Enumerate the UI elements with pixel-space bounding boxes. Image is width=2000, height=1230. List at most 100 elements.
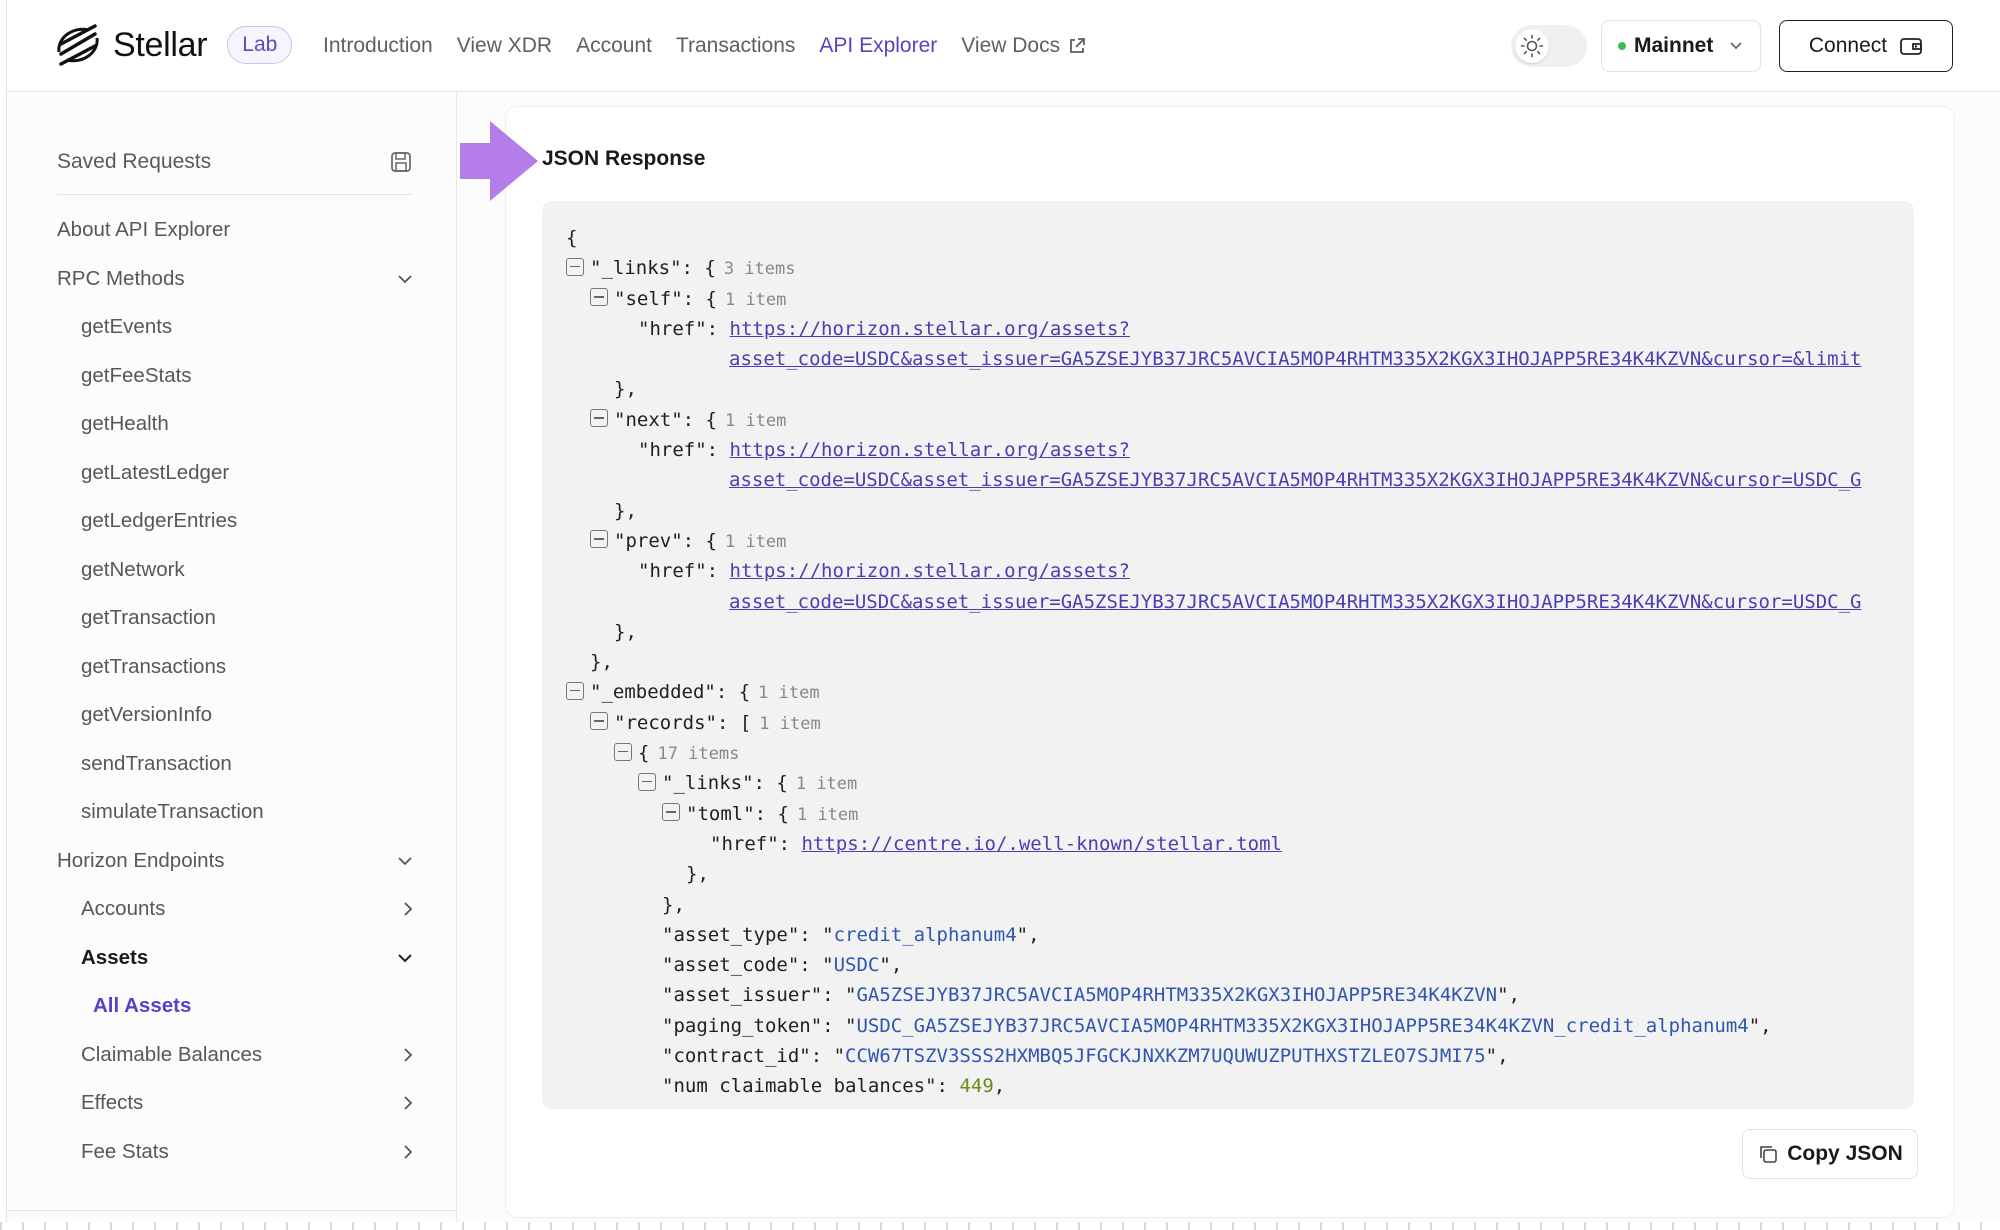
json-line: }, (614, 378, 637, 401)
json-viewer[interactable]: { "_links": {3 items "self": {1 item "hr… (542, 201, 1914, 1109)
sidebar-item-simulatetransaction[interactable]: simulateTransaction (7, 788, 456, 837)
json-response-title: JSON Response (542, 147, 706, 170)
json-key: "toml" (686, 802, 755, 825)
json-key: "prev" (614, 529, 683, 552)
json-response-panel: JSON Response { "_links": {3 items "self… (460, 106, 1955, 1218)
json-string-value: GA5ZSEJYB37JRC5AVCIA5MOP4RHTM335X2KGX3IH… (856, 984, 1498, 1007)
sidebar-item-label: getFeeStats (81, 363, 192, 387)
collapse-toggle-icon[interactable] (590, 288, 608, 307)
collapse-toggle-icon[interactable] (638, 772, 656, 791)
collapse-toggle-icon[interactable] (590, 712, 608, 731)
sidebar-item-label: All Assets (93, 994, 192, 1018)
sidebar-footer-divider (7, 1210, 456, 1222)
external-link-icon (1070, 38, 1086, 53)
brand-logo[interactable]: Stellar Lab (55, 24, 293, 66)
sidebar-nav-list: About API Explorer RPC Methods getEvents… (7, 206, 456, 1177)
nav-view-docs[interactable]: View Docs (961, 32, 1086, 60)
json-link[interactable]: asset_code=USDC&asset_issuer=GA5ZSEJYB37… (729, 348, 1861, 370)
json-line: asset_code=USDC&asset_issuer=GA5ZSEJYB37… (566, 465, 1914, 495)
sidebar-item-accounts[interactable]: Accounts (7, 885, 456, 934)
theme-knob (1515, 29, 1549, 63)
nav-introduction[interactable]: Introduction (323, 32, 433, 60)
sidebar-item-assets[interactable]: Assets (7, 934, 456, 983)
json-link[interactable]: https://centre.io/.well-known/stellar.to… (802, 833, 1282, 855)
json-line: "prev": {1 item (566, 526, 1914, 556)
nav-view-xdr[interactable]: View XDR (457, 32, 552, 60)
sidebar-item-all-assets[interactable]: All Assets (7, 982, 456, 1031)
sidebar-item-horizon-endpoints[interactable]: Horizon Endpoints (7, 837, 456, 886)
item-count: 3 items (723, 259, 796, 280)
copy-json-button[interactable]: Copy JSON (1742, 1129, 1918, 1179)
network-status-dot (1618, 42, 1626, 50)
json-key: "href" (710, 832, 779, 855)
chevron-right-icon (404, 1096, 413, 1110)
json-string-value: USDC_GA5ZSEJYB37JRC5AVCIA5MOP4RHTM335X2K… (856, 1014, 1749, 1037)
lab-badge: Lab (227, 26, 293, 64)
json-link[interactable]: https://horizon.stellar.org/assets? (730, 560, 1130, 582)
json-line: {17 items (566, 738, 1914, 768)
json-line: "_links": {1 item (566, 768, 1914, 798)
collapse-toggle-icon[interactable] (566, 681, 584, 700)
json-line: "records": [1 item (566, 708, 1914, 738)
sidebar-item-gettransactions[interactable]: getTransactions (7, 643, 456, 692)
sidebar-item-label: Accounts (81, 897, 166, 921)
json-key: "paging_token" (662, 1014, 823, 1037)
sidebar-item-getledgerentries[interactable]: getLedgerEntries (7, 497, 456, 546)
sidebar-item-label: getEvents (81, 315, 173, 339)
sidebar-item-getversioninfo[interactable]: getVersionInfo (7, 691, 456, 740)
json-line: "asset_issuer": "GA5ZSEJYB37JRC5AVCIA5MO… (662, 984, 1520, 1007)
json-link[interactable]: https://horizon.stellar.org/assets? (730, 318, 1130, 340)
sidebar-item-gethealth[interactable]: getHealth (7, 400, 456, 449)
json-link[interactable]: asset_code=USDC&asset_issuer=GA5ZSEJYB37… (729, 591, 1861, 613)
sidebar-item-gettransaction[interactable]: getTransaction (7, 594, 456, 643)
chevron-right-icon (404, 902, 413, 916)
json-line: "_embedded": {1 item (566, 677, 1914, 707)
collapse-toggle-icon[interactable] (566, 257, 584, 276)
sidebar-item-about-api-explorer[interactable]: About API Explorer (7, 206, 456, 255)
json-link[interactable]: asset_code=USDC&asset_issuer=GA5ZSEJYB37… (729, 469, 1861, 491)
json-line: "href": https://centre.io/.well-known/st… (710, 832, 1282, 855)
connect-button[interactable]: Connect (1779, 20, 1953, 72)
json-string-value: USDC (833, 954, 880, 977)
json-key: "asset_type" (662, 923, 800, 946)
collapse-toggle-icon[interactable] (590, 409, 608, 428)
sidebar-item-getevents[interactable]: getEvents (7, 303, 456, 352)
json-key: "self" (614, 287, 683, 310)
json-line: asset_code=USDC&asset_issuer=GA5ZSEJYB37… (566, 587, 1914, 617)
json-key: "asset_code" (662, 954, 800, 977)
sidebar-item-label: About API Explorer (57, 218, 231, 242)
sidebar-item-sendtransaction[interactable]: sendTransaction (7, 740, 456, 789)
json-key: "_embedded" (590, 681, 716, 704)
network-select[interactable]: Mainnet (1601, 20, 1761, 72)
collapse-toggle-icon[interactable] (614, 742, 632, 761)
theme-toggle[interactable] (1511, 25, 1587, 67)
sidebar-item-label: Assets (81, 945, 149, 969)
sidebar-item-effects[interactable]: Effects (7, 1079, 456, 1128)
wallet-icon (1900, 38, 1923, 55)
collapse-toggle-icon[interactable] (662, 803, 680, 822)
sidebar-item-claimable-balances[interactable]: Claimable Balances (7, 1031, 456, 1080)
sidebar-item-getfeestats[interactable]: getFeeStats (7, 352, 456, 401)
sidebar-item-getnetwork[interactable]: getNetwork (7, 546, 456, 595)
sidebar: Saved Requests About API Explorer RPC Me… (7, 92, 457, 1222)
nav-view-docs-label: View Docs (961, 34, 1061, 57)
collapse-toggle-icon[interactable] (590, 530, 608, 549)
sidebar-item-label: RPC Methods (57, 266, 185, 290)
sidebar-item-label: getHealth (81, 412, 169, 436)
copy-icon (1760, 1146, 1778, 1163)
nav-api-explorer[interactable]: API Explorer (819, 32, 937, 60)
save-icon (391, 152, 411, 172)
copy-json-label: Copy JSON (1787, 1142, 1903, 1165)
code-bottom-fade (542, 1095, 1914, 1109)
sidebar-item-rpc-methods[interactable]: RPC Methods (7, 255, 456, 304)
sidebar-item-fee-stats[interactable]: Fee Stats (7, 1128, 456, 1177)
json-line: }, (614, 499, 637, 522)
json-line: "self": {1 item (566, 284, 1914, 314)
saved-requests-item[interactable]: Saved Requests (57, 142, 413, 182)
nav-transactions[interactable]: Transactions (676, 32, 795, 60)
json-link[interactable]: https://horizon.stellar.org/assets? (730, 439, 1130, 461)
json-number-value: 449 (959, 1075, 994, 1098)
stellar-logo-icon (57, 24, 99, 66)
nav-account[interactable]: Account (576, 32, 652, 60)
sidebar-item-getlatestledger[interactable]: getLatestLedger (7, 449, 456, 498)
